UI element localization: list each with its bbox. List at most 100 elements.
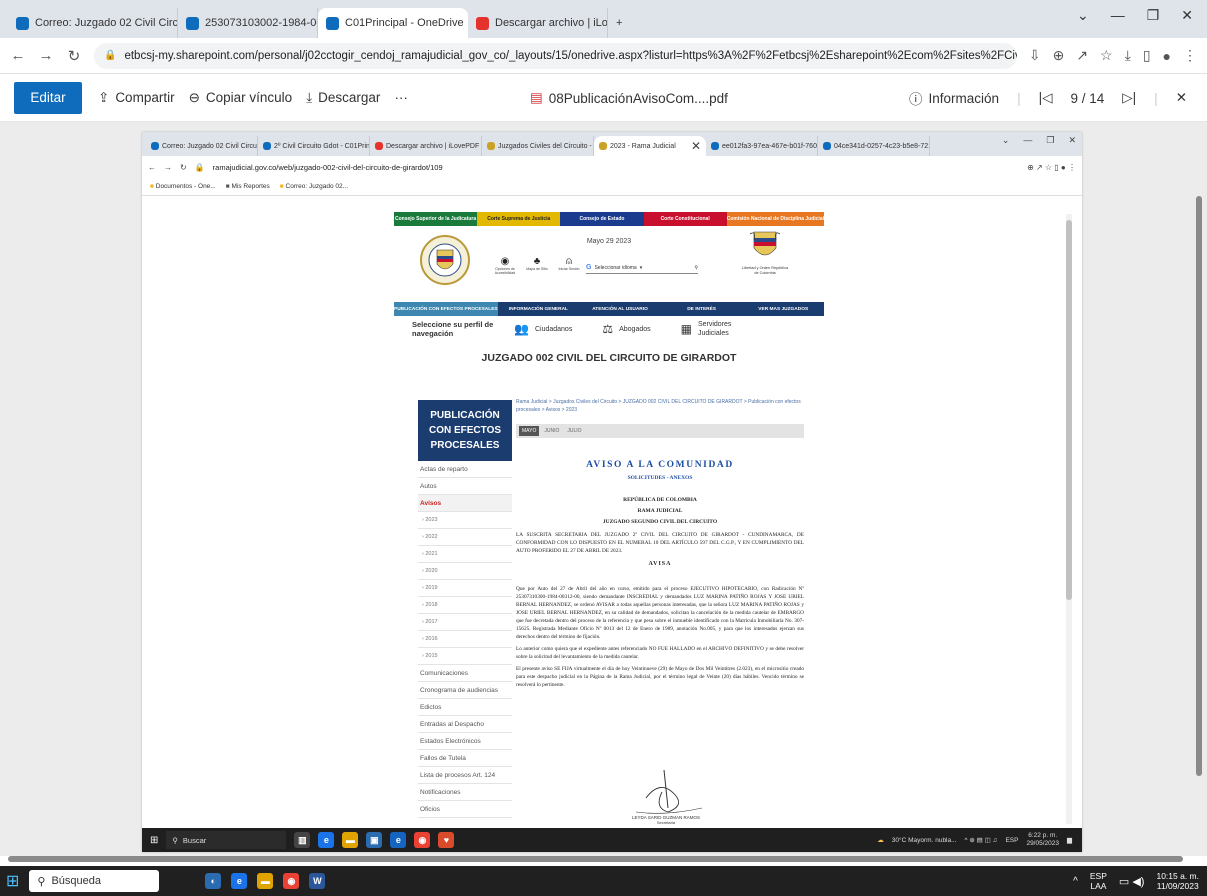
sidebar-item[interactable]: Oficios — [418, 801, 512, 818]
profile-abogados[interactable]: ⚖ Abogados — [602, 322, 650, 336]
edit-button[interactable]: Editar — [14, 81, 82, 114]
close-button[interactable]: ✕ — [1181, 7, 1193, 24]
more-button[interactable]: ··· — [394, 90, 408, 105]
close-viewer-icon[interactable]: ✕ — [1176, 90, 1187, 106]
sidebar-item[interactable]: › 2017 — [418, 614, 512, 631]
info-button[interactable]: ⓘ Información — [909, 88, 999, 108]
profile-selector: Seleccione su perfil de navegación 👥 Ciud… — [394, 316, 824, 342]
windows-start-icon[interactable]: ⊞ — [6, 871, 19, 891]
next-page-icon[interactable]: ▷| — [1122, 90, 1136, 106]
browser-tab[interactable]: Correo: Juzgado 02 Civil Circuito✕ — [8, 8, 178, 38]
mainnav-item[interactable]: PUBLICACIÓN CON EFECTOS PROCESALES — [394, 302, 498, 316]
tab-julio[interactable]: JULIO — [564, 426, 584, 436]
tab-mayo[interactable]: MAYO — [519, 426, 540, 436]
reload-icon[interactable]: ↻ — [66, 47, 82, 65]
sidebar-item[interactable]: › 2021 — [418, 546, 512, 563]
edge-icon[interactable]: e — [231, 873, 248, 889]
sidebar-item[interactable]: Notificaciones — [418, 784, 512, 801]
bookmark-star-icon[interactable]: ☆ — [1100, 47, 1113, 64]
colombia-coat-of-arms-icon — [750, 231, 780, 256]
widgets-icon[interactable]: ◐ — [205, 873, 222, 889]
sidebar-item[interactable]: Cronograma de audiencias — [418, 682, 512, 699]
sidepanel-icon[interactable]: ▯ — [1143, 47, 1151, 64]
tray-chevron-icon[interactable]: ^ — [1073, 876, 1078, 887]
restore-button[interactable]: ❐ — [1147, 7, 1160, 24]
sidebar-item[interactable]: Comunicaciones — [418, 665, 512, 682]
pdf-icon: ▤ — [530, 90, 543, 105]
browser-tab-bar: Correo: Juzgado 02 Civil Circuito✕253073… — [0, 0, 1207, 38]
share-button[interactable]: ⇪ Compartir — [98, 90, 175, 106]
sidebar-item[interactable]: › 2023 — [418, 512, 512, 529]
sidebar-item[interactable]: Fallos de Tutela — [418, 750, 512, 767]
inner-tab-label: Juzgados Civiles del Circuito - R — [498, 142, 594, 150]
profile-servidores[interactable]: ▦ Servidores Judiciales — [681, 320, 742, 338]
mainnav-item[interactable]: DE INTERÉS — [661, 302, 743, 316]
info-label: Información — [928, 90, 1000, 106]
share-icon[interactable]: ↗ — [1076, 47, 1088, 64]
address-bar-row: ← → ↻ 🔒 etbcsj-my.sharepoint.com/personal… — [0, 38, 1207, 74]
sidebar-item[interactable]: › 2020 — [418, 563, 512, 580]
sidebar-item[interactable]: › 2016 — [418, 631, 512, 648]
url-field[interactable]: 🔒 etbcsj-my.sharepoint.com/personal/j02cc… — [94, 42, 1017, 69]
back-icon[interactable]: ← — [10, 47, 26, 64]
word-icon[interactable]: W — [309, 873, 326, 889]
sidebar-item[interactable]: Avisos — [418, 495, 512, 512]
mainnav-item[interactable]: INFORMACIÓN GENERAL — [498, 302, 580, 316]
sitemap-tool[interactable]: ♣ Mapa de Sitio — [526, 256, 548, 275]
sidebar-item[interactable]: Actas de reparto — [418, 461, 512, 478]
page-number[interactable]: 9 — [1070, 91, 1078, 106]
vertical-scrollbar[interactable] — [1196, 196, 1202, 776]
download-button[interactable]: ⤓ Descargar — [306, 90, 380, 106]
mainnav-item[interactable]: VER MAS JUZGADOS — [742, 302, 824, 316]
sidebar-item[interactable]: › 2022 — [418, 529, 512, 546]
language-select[interactable]: G Seleccionar idioma ▾ ⚲ — [586, 262, 698, 274]
downloads-icon[interactable]: ⤓ — [1125, 47, 1131, 64]
network-volume-icon[interactable]: ▭ ◀) — [1119, 875, 1145, 888]
browser-tab[interactable]: C01Principal - OneDrive✕ — [318, 8, 468, 38]
menu-icon[interactable]: ⋮ — [1183, 47, 1197, 64]
topnav-item[interactable]: Consejo Superior de la Judicatura — [394, 212, 478, 226]
topnav-item[interactable]: Corte Suprema de Justicia — [477, 212, 561, 226]
sidebar-item[interactable]: › 2015 — [418, 648, 512, 665]
login-tool[interactable]: ⍝ Iniciar Sesión — [558, 256, 580, 275]
zoom-icon[interactable]: ⊕ — [1053, 47, 1065, 64]
horizontal-scrollbar[interactable] — [8, 856, 1183, 862]
prev-page-icon[interactable]: |◁ — [1039, 90, 1053, 106]
chrome-icon[interactable]: ◉ — [283, 873, 300, 889]
sidebar-item[interactable]: Autos — [418, 478, 512, 495]
sidebar-item[interactable]: Entradas al Despacho — [418, 716, 512, 733]
sidebar-title: PUBLICACIÓN CON EFECTOS PROCESALES — [418, 400, 512, 461]
intro-paragraph: LA SUSCRITA SECRETARIA DEL JUZGADO 2º CI… — [516, 532, 804, 554]
topnav-item[interactable]: Consejo de Estado — [560, 212, 644, 226]
mainnav-item[interactable]: ATENCIÓN AL USUARIO — [579, 302, 661, 316]
install-icon[interactable]: ⇩ — [1029, 47, 1041, 64]
browser-tab[interactable]: 253073103002-1984-00312-00 C✕ — [178, 8, 318, 38]
sidebar-item[interactable]: Lista de procesos Art. 124 — [418, 767, 512, 784]
sidebar-item[interactable]: › 2019 — [418, 580, 512, 597]
search-icon[interactable]: ⚲ — [694, 265, 698, 271]
tab-junio[interactable]: JUNIO — [541, 426, 562, 436]
link-icon: ⊖ — [188, 89, 200, 105]
new-tab-button[interactable]: + — [608, 8, 630, 38]
file-explorer-icon[interactable]: ▬ — [257, 873, 274, 889]
copy-link-button[interactable]: ⊖ Copiar vínculo — [189, 90, 293, 106]
sidebar-item[interactable]: Estados Electrónicos — [418, 733, 512, 750]
accessibility-tool[interactable]: ◉ Opciones de Accesibilidad — [494, 256, 516, 275]
court-title: JUZGADO 002 CIVIL DEL CIRCUITO DE GIRARD… — [481, 352, 737, 364]
minimize-button[interactable]: — — [1111, 7, 1125, 23]
forward-icon[interactable]: → — [38, 47, 54, 64]
language-label: Seleccionar idioma — [594, 264, 637, 271]
inner-browser-tab: 04ce341d-0257-4c23-b5e8-721✕ — [818, 136, 930, 156]
topnav-item[interactable]: Comisión Nacional de Disciplina Judicial — [726, 212, 824, 226]
sidebar-item[interactable]: › 2018 — [418, 597, 512, 614]
taskbar-search[interactable]: ⚲ Búsqueda — [29, 870, 160, 892]
sidebar-item[interactable]: Edictos — [418, 699, 512, 716]
tab-search-icon[interactable]: ⌄ — [1077, 7, 1089, 24]
url-text: etbcsj-my.sharepoint.com/personal/j02cct… — [124, 49, 1017, 62]
browser-tab[interactable]: Descargar archivo | iLovePDF✕ — [468, 8, 608, 38]
profile-icon[interactable]: ● — [1163, 48, 1171, 64]
building-icon: ▦ — [680, 322, 692, 336]
aviso-subtitle[interactable]: SOLICITUDES - ANEXOS — [516, 475, 804, 481]
profile-ciudadanos[interactable]: 👥 Ciudadanos — [514, 322, 572, 336]
topnav-item[interactable]: Corte Constitucional — [643, 212, 727, 226]
